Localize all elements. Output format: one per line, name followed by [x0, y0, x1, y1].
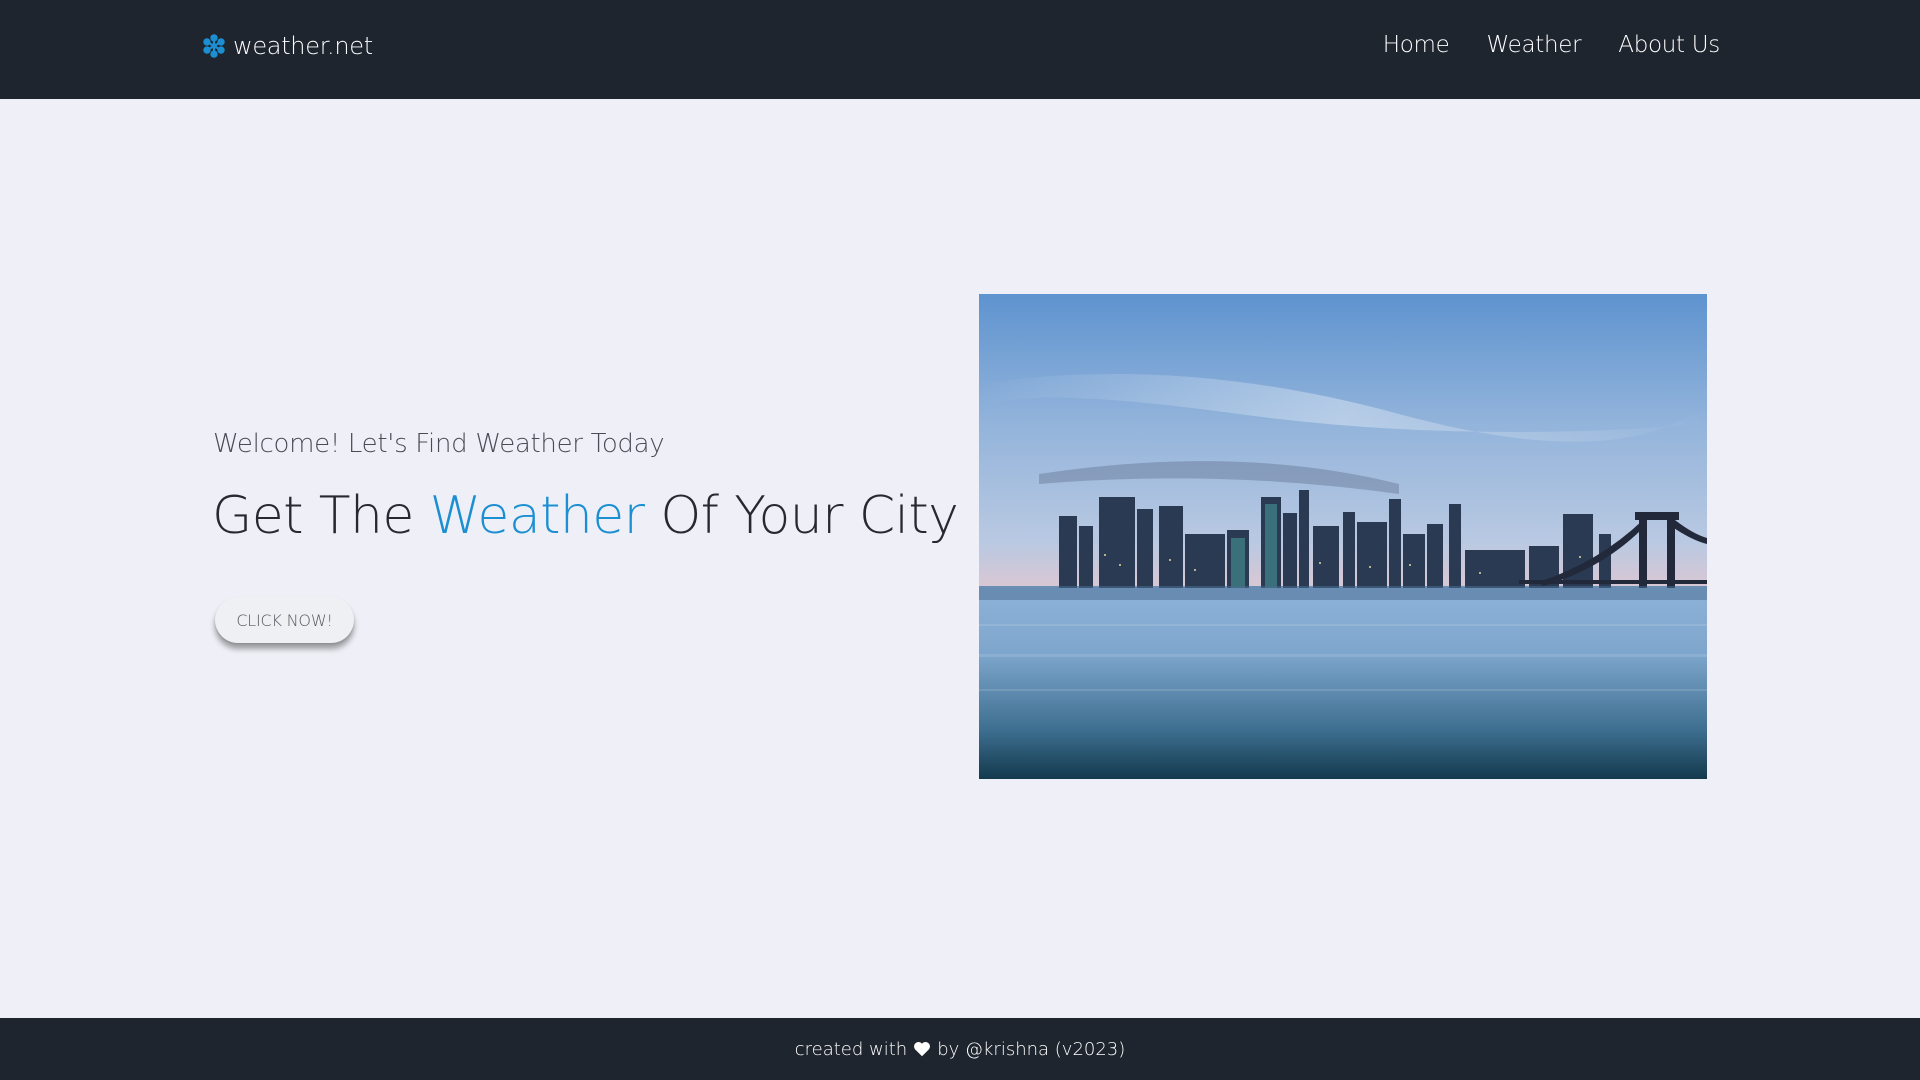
brand-label: weather.net — [233, 32, 373, 60]
navbar: weather.net Home Weather About Us — [0, 0, 1920, 99]
hero-subtitle: Welcome! Let's Find Weather Today — [213, 429, 665, 459]
click-now-button[interactable]: CLICK NOW! — [215, 597, 354, 643]
hero-headline: Get The Weather Of Your City — [212, 486, 959, 546]
heart-icon — [914, 1041, 931, 1057]
nav-link-weather[interactable]: Weather — [1487, 32, 1582, 58]
footer-text-end: by @krishna (v2023) — [937, 1038, 1126, 1060]
snowflake-icon — [203, 34, 225, 58]
headline-text-start: Get The — [212, 486, 430, 546]
headline-accent-word: Weather — [429, 486, 645, 546]
city-skyline-image — [979, 294, 1707, 779]
brand-link[interactable]: weather.net — [201, 32, 373, 60]
nav-link-about-us[interactable]: About Us — [1618, 32, 1720, 58]
headline-text-end: Of Your City — [644, 486, 959, 546]
nav-links: Home Weather About Us — [1346, 32, 1721, 58]
footer: created with by @krishna (v2023) — [0, 1018, 1920, 1080]
footer-text-start: created with — [794, 1038, 908, 1060]
hero-section: Welcome! Let's Find Weather Today Get Th… — [0, 99, 1920, 1018]
nav-link-home[interactable]: Home — [1383, 32, 1450, 58]
